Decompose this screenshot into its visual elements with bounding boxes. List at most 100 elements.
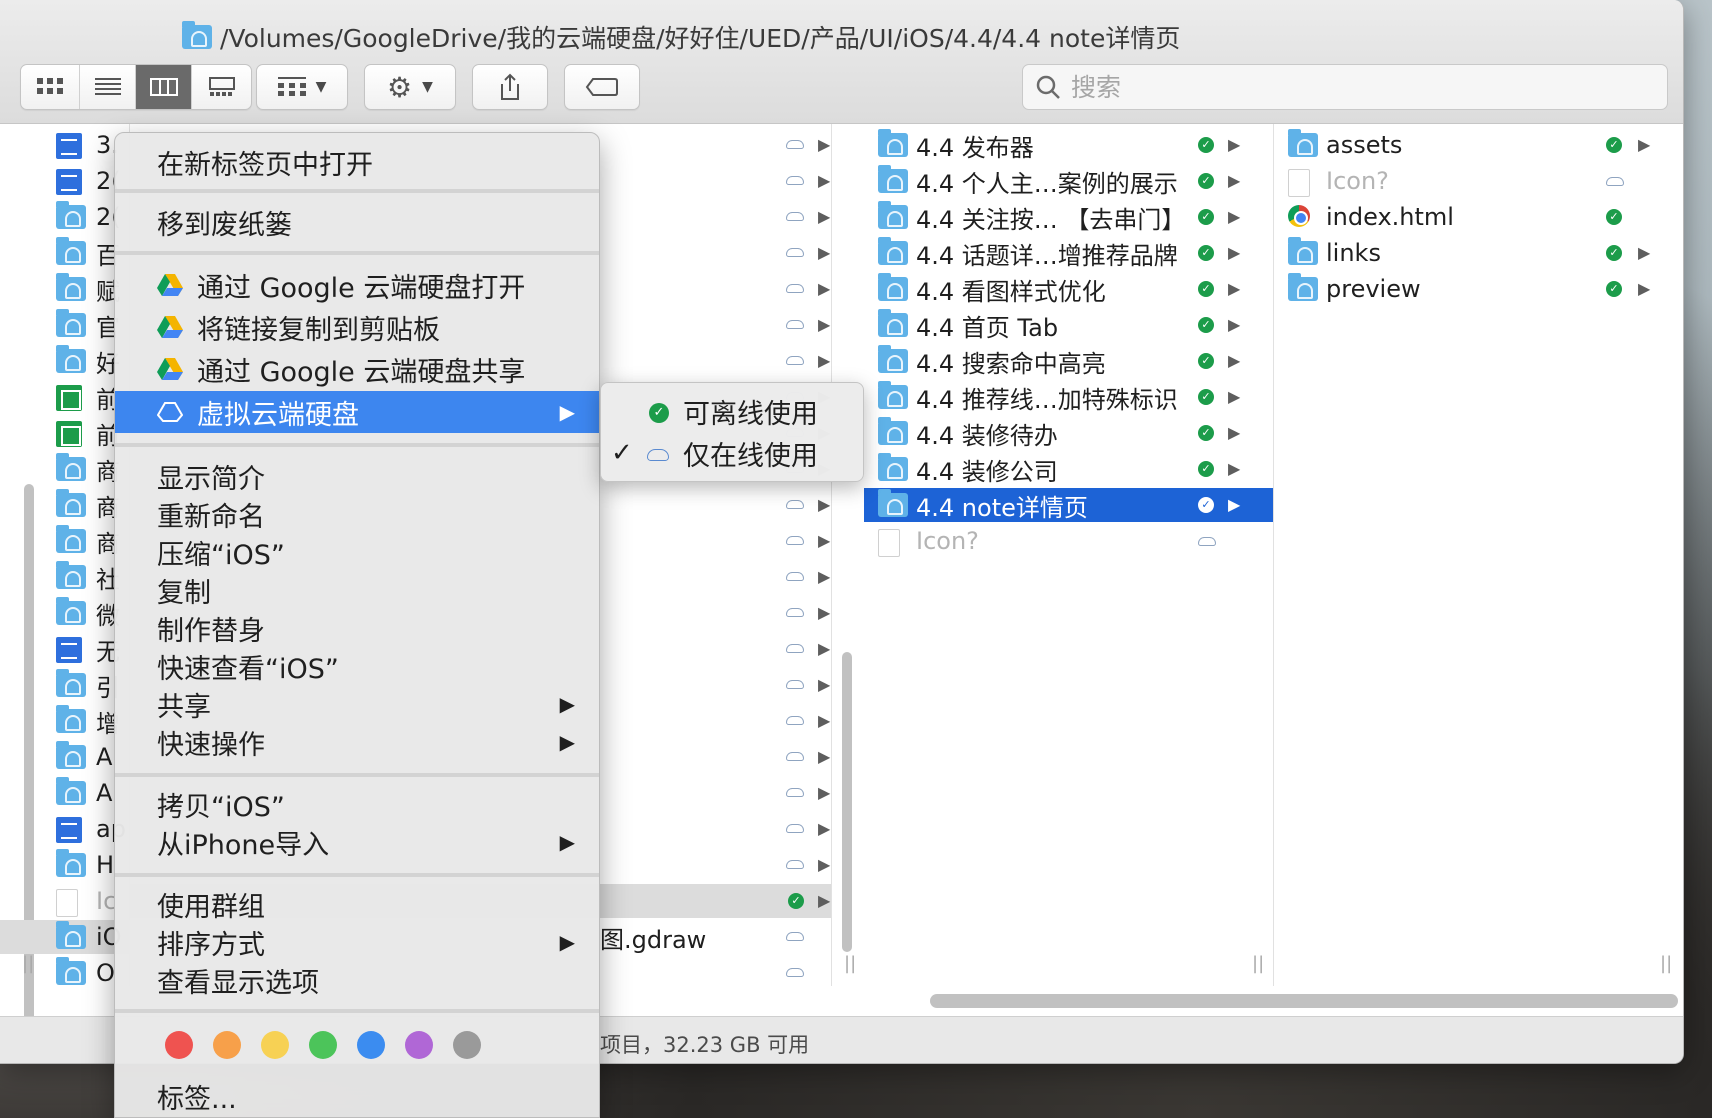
menu-item-share-with-drive[interactable]: 通过 Google 云端硬盘共享 bbox=[115, 350, 599, 388]
menu-separator bbox=[115, 251, 599, 255]
list-item[interactable]: A bbox=[0, 740, 129, 774]
horizontal-scrollbar[interactable] bbox=[930, 994, 1678, 1008]
tag-color-dot[interactable] bbox=[405, 1031, 433, 1059]
list-item[interactable]: O bbox=[0, 956, 129, 990]
disclosure-arrow-icon: ▶ bbox=[818, 855, 831, 874]
selected-folder-row[interactable]: 4.4 note详情页 ✓ ▶ bbox=[864, 488, 1273, 522]
list-item[interactable]: 4.4 推荐线…加特殊标识 ✓ ▶ bbox=[864, 380, 1273, 414]
menu-item-compress[interactable]: 压缩“iOS” bbox=[115, 533, 599, 571]
menu-item-quick-actions[interactable]: 快速操作 ▶ bbox=[115, 723, 599, 761]
list-item[interactable]: assets ✓ ▶ bbox=[1274, 128, 1683, 162]
disclosure-arrow-icon: ▶ bbox=[1228, 351, 1241, 370]
menu-item-move-to-trash[interactable]: 移到废纸篓 bbox=[115, 203, 599, 241]
menu-item-import-from-iphone[interactable]: 从iPhone导入 ▶ bbox=[115, 823, 599, 861]
menu-item-make-alias[interactable]: 制作替身 bbox=[115, 609, 599, 647]
list-item[interactable]: 商 bbox=[0, 524, 129, 558]
share-button[interactable] bbox=[472, 64, 548, 110]
list-item[interactable]: 4.4 话题详…增推荐品牌 ✓ ▶ bbox=[864, 236, 1273, 270]
list-item[interactable]: 增 bbox=[0, 704, 129, 738]
tag-color-dot[interactable] bbox=[261, 1031, 289, 1059]
list-item[interactable]: 2( bbox=[0, 200, 129, 234]
menu-item-tags[interactable]: 标签... bbox=[115, 1077, 599, 1115]
menu-item-copy-link[interactable]: 将链接复制到剪贴板 bbox=[115, 308, 599, 346]
menu-item-rename[interactable]: 重新命名 bbox=[115, 495, 599, 533]
list-item[interactable]: A bbox=[0, 776, 129, 810]
list-item[interactable]: 引 bbox=[0, 668, 129, 702]
column-resize-handle[interactable]: || bbox=[1660, 953, 1672, 974]
list-item[interactable]: 商 bbox=[0, 488, 129, 522]
menu-item-copy-item[interactable]: 拷贝“iOS” bbox=[115, 785, 599, 823]
list-item[interactable]: 4.4 关注按… 【去串门】 ✓ ▶ bbox=[864, 200, 1273, 234]
menu-item-get-info[interactable]: 显示简介 bbox=[115, 457, 599, 495]
submenu-arrow-icon: ▶ bbox=[559, 930, 575, 954]
submenu-item-available-offline[interactable]: ✓ 可离线使用 bbox=[601, 391, 863, 431]
menu-item-share[interactable]: 共享 ▶ bbox=[115, 685, 599, 723]
column-view-button[interactable] bbox=[135, 65, 191, 109]
list-item[interactable]: Ic bbox=[0, 884, 129, 918]
list-item[interactable]: index.html ✓ bbox=[1274, 200, 1683, 234]
chrome-icon bbox=[1288, 205, 1310, 227]
folder-icon bbox=[878, 345, 908, 373]
folder-icon bbox=[56, 957, 86, 985]
list-item[interactable]: 商 bbox=[0, 452, 129, 486]
list-item[interactable]: 4.4 发布器 ✓ ▶ bbox=[864, 128, 1273, 162]
list-item[interactable]: 4.4 装修待办 ✓ ▶ bbox=[864, 416, 1273, 450]
list-item[interactable]: iO bbox=[0, 920, 129, 954]
column-resize-handle[interactable]: || bbox=[1252, 953, 1264, 974]
menu-item-quick-look[interactable]: 快速查看“iOS” bbox=[115, 647, 599, 685]
tag-color-dot[interactable] bbox=[357, 1031, 385, 1059]
list-item[interactable]: 好 bbox=[0, 344, 129, 378]
list-item[interactable]: H bbox=[0, 848, 129, 882]
vertical-scrollbar[interactable] bbox=[842, 652, 852, 952]
tag-color-dot[interactable] bbox=[165, 1031, 193, 1059]
list-item[interactable]: Icon? bbox=[1274, 164, 1683, 198]
sync-check-icon: ✓ bbox=[1606, 245, 1622, 261]
list-item[interactable]: 赋 bbox=[0, 272, 129, 306]
tag-color-dot[interactable] bbox=[453, 1031, 481, 1059]
menu-item-view-options[interactable]: 查看显示选项 bbox=[115, 961, 599, 999]
list-item[interactable]: 官 bbox=[0, 308, 129, 342]
list-item[interactable]: links ✓ ▶ bbox=[1274, 236, 1683, 270]
list-item[interactable]: 2( bbox=[0, 164, 129, 198]
folder-icon bbox=[878, 453, 908, 481]
search-input[interactable] bbox=[1071, 72, 1631, 102]
tag-color-dot[interactable] bbox=[213, 1031, 241, 1059]
menu-item-duplicate[interactable]: 复制 bbox=[115, 571, 599, 609]
sync-check-icon: ✓ bbox=[1606, 281, 1622, 297]
search-field[interactable] bbox=[1022, 64, 1668, 110]
list-item[interactable]: 百 bbox=[0, 236, 129, 270]
icon-view-button[interactable] bbox=[21, 65, 79, 109]
gallery-view-button[interactable] bbox=[191, 65, 251, 109]
menu-item-sort-by[interactable]: 排序方式 ▶ bbox=[115, 923, 599, 961]
list-item[interactable]: 4.4 个人主…案例的展示 ✓ ▶ bbox=[864, 164, 1273, 198]
menu-item-open-with-drive[interactable]: 通过 Google 云端硬盘打开 bbox=[115, 266, 599, 304]
list-item[interactable]: 前 bbox=[0, 416, 129, 450]
group-by-button[interactable]: ▼ bbox=[256, 64, 348, 110]
list-item[interactable]: Icon? bbox=[864, 524, 1273, 558]
menu-item-use-groups[interactable]: 使用群组 bbox=[115, 885, 599, 923]
column-resize-handle[interactable]: || bbox=[22, 953, 34, 974]
action-menu-button[interactable]: ⚙ ▼ bbox=[364, 64, 456, 110]
list-item[interactable]: 3. bbox=[0, 128, 129, 162]
tags-button[interactable] bbox=[564, 64, 640, 110]
list-item[interactable]: 4.4 看图样式优化 ✓ ▶ bbox=[864, 272, 1273, 306]
menu-item-virtual-drive[interactable]: 虚拟云端硬盘 ▶ bbox=[115, 391, 599, 433]
file-icon bbox=[1288, 169, 1310, 197]
list-item[interactable]: 4.4 装修公司 ✓ ▶ bbox=[864, 452, 1273, 486]
column-resize-handle[interactable]: || bbox=[844, 953, 856, 974]
submenu-arrow-icon: ▶ bbox=[559, 830, 575, 854]
list-item[interactable]: 4.4 搜索命中高亮 ✓ ▶ bbox=[864, 344, 1273, 378]
list-view-button[interactable] bbox=[79, 65, 135, 109]
submenu-item-online-only[interactable]: ✓ 仅在线使用 bbox=[601, 433, 863, 473]
list-item[interactable]: 无 bbox=[0, 632, 129, 666]
list-item[interactable]: 微 bbox=[0, 596, 129, 630]
list-item[interactable]: 前 bbox=[0, 380, 129, 414]
cloud-icon bbox=[786, 212, 804, 221]
list-item[interactable]: 4.4 首页 Tab ✓ ▶ bbox=[864, 308, 1273, 342]
tag-color-dot[interactable] bbox=[309, 1031, 337, 1059]
menu-item-open-in-new-tab[interactable]: 在新标签页中打开 bbox=[115, 143, 599, 181]
folder-icon bbox=[878, 381, 908, 409]
list-item[interactable]: 社 bbox=[0, 560, 129, 594]
list-item[interactable]: preview ✓ ▶ bbox=[1274, 272, 1683, 306]
list-item[interactable]: ap bbox=[0, 812, 129, 846]
